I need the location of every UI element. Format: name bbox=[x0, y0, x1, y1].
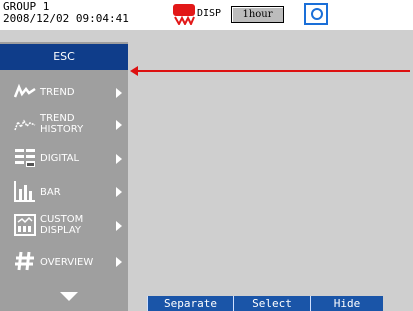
trend-icon bbox=[14, 83, 36, 98]
menu-item-custom-display[interactable]: CUSTOM DISPLAY bbox=[0, 210, 128, 242]
separate-button[interactable]: Separate bbox=[147, 296, 233, 311]
menu-item-label: CUSTOM bbox=[40, 214, 84, 225]
datetime: 2008/12/02 09:04:41 bbox=[3, 12, 129, 25]
chevron-right-icon bbox=[116, 257, 122, 267]
trend-history-icon bbox=[14, 119, 36, 131]
menu-item-label: TREND bbox=[40, 87, 75, 98]
overview-icon bbox=[15, 251, 34, 271]
chevron-right-icon bbox=[116, 221, 122, 231]
digital-icon bbox=[15, 149, 35, 167]
menu-item-bar[interactable]: BAR bbox=[0, 176, 128, 208]
chevron-right-icon bbox=[116, 154, 122, 164]
disp-label: DISP bbox=[197, 8, 222, 19]
status-header: GROUP 1 2008/12/02 09:04:41 DISP 1hour bbox=[0, 0, 413, 30]
bar-icon bbox=[14, 181, 35, 202]
pointer-line bbox=[132, 70, 410, 72]
menu-item-overview[interactable]: OVERVIEW bbox=[0, 246, 128, 278]
pointer-arrow-icon bbox=[130, 66, 138, 76]
interval-box[interactable]: 1hour bbox=[231, 6, 284, 23]
menu-item-label-line2: HISTORY bbox=[40, 124, 84, 135]
custom-display-icon bbox=[14, 214, 36, 236]
hide-button[interactable]: Hide bbox=[310, 296, 383, 311]
lens-icon bbox=[311, 8, 323, 20]
menu-item-label: TREND bbox=[40, 113, 75, 124]
monitor-icon[interactable] bbox=[304, 3, 328, 25]
menu-item-label: BAR bbox=[40, 187, 61, 198]
screen: GROUP 1 2008/12/02 09:04:41 DISP 1hour E… bbox=[0, 0, 413, 311]
chevron-right-icon bbox=[116, 88, 122, 98]
chevron-right-icon bbox=[116, 120, 122, 130]
select-button[interactable]: Select bbox=[233, 296, 310, 311]
menu-item-label-line2: DISPLAY bbox=[40, 225, 82, 236]
menu-item-trend[interactable]: TREND bbox=[0, 77, 128, 109]
menu-item-label: OVERVIEW bbox=[40, 257, 94, 268]
esc-button[interactable]: ESC bbox=[0, 44, 128, 70]
menu-item-label: DIGITAL bbox=[40, 153, 80, 164]
chevron-down-icon[interactable] bbox=[60, 292, 78, 301]
stop-icon bbox=[173, 4, 195, 25]
chevron-right-icon bbox=[116, 187, 122, 197]
menu-item-digital[interactable]: DIGITAL bbox=[0, 143, 128, 175]
menu-item-trend-history[interactable]: TREND HISTORY bbox=[0, 109, 128, 141]
